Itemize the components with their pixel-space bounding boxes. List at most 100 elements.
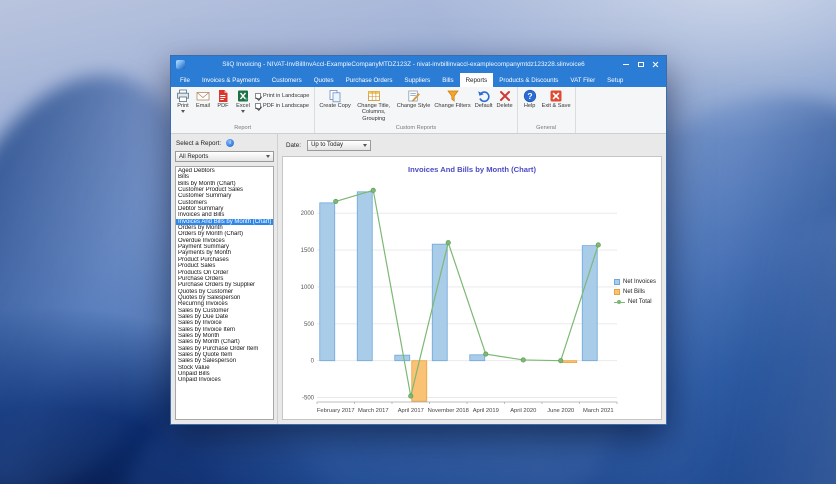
tab-suppliers[interactable]: Suppliers [398, 73, 436, 87]
x-tick-label: April 2020 [510, 408, 536, 414]
x-tick-label: April 2017 [398, 408, 424, 414]
x-tick-label: April 2019 [473, 408, 499, 414]
minimize-button[interactable] [618, 58, 633, 71]
net-total-point[interactable] [370, 187, 376, 193]
tab-bills[interactable]: Bills [436, 73, 459, 87]
net-invoices-bar[interactable] [394, 354, 411, 362]
window-controls [618, 58, 663, 71]
legend-swatch-icon [613, 299, 625, 305]
create-copy-button[interactable]: Create Copy [317, 88, 352, 109]
excel-label: Excel [236, 103, 250, 109]
x-tick-label: November 2018 [428, 408, 469, 414]
window-title: SliQ Invoicing - NIVAT-InvBillInvAccl-Ex… [222, 61, 585, 68]
chart-panel: Invoices And Bills by Month (Chart) -500… [282, 156, 662, 420]
net-total-point[interactable] [445, 240, 451, 246]
help-label: Help [523, 103, 536, 109]
net-total-point[interactable] [558, 358, 564, 364]
pdf-icon [219, 90, 228, 102]
tab-products-discounts[interactable]: Products & Discounts [493, 73, 564, 87]
y-tick-label: 0 [311, 359, 315, 365]
style-pencil-icon [407, 90, 420, 102]
exit-save-button[interactable]: Exit & Save [540, 88, 573, 109]
maximize-button[interactable] [633, 58, 648, 71]
tab-setup[interactable]: Setup [601, 73, 629, 87]
exit-save-label: Exit & Save [541, 103, 571, 109]
change-title-label: Change Title, Columns, Grouping [357, 103, 391, 122]
y-tick-label: 2000 [301, 211, 315, 217]
legend-item: Net Invoices [613, 279, 656, 285]
y-tick-label: 1500 [301, 248, 315, 254]
print-landscape-label: Print in Landscape [263, 93, 310, 99]
ribbon-group-label: Custom Reports [395, 125, 437, 131]
ribbon-tab-bar: File Invoices & Payments Customers Quotes Pu… [171, 73, 666, 87]
create-copy-label: Create Copy [319, 103, 351, 109]
net-total-point[interactable] [520, 357, 526, 363]
default-button[interactable]: Default [473, 88, 495, 109]
excel-button[interactable]: Excel [233, 88, 253, 114]
date-label: Date: [286, 141, 302, 149]
tab-file[interactable]: File [174, 73, 196, 87]
net-total-point[interactable] [595, 242, 601, 248]
tab-invoices-payments[interactable]: Invoices & Payments [196, 73, 266, 87]
legend-label: Net Invoices [622, 279, 656, 285]
net-invoices-bar[interactable] [356, 191, 373, 362]
x-tick-label: February 2017 [317, 408, 355, 414]
change-title-columns-grouping-button[interactable]: Change Title, Columns, Grouping [353, 88, 395, 122]
help-button[interactable]: ? Help [520, 88, 540, 109]
info-icon[interactable]: i [226, 139, 235, 147]
print-landscape-checkbox[interactable]: Print in Landscape [255, 93, 309, 99]
ribbon-group-label: General [536, 125, 557, 131]
net-total-point[interactable] [483, 351, 489, 357]
net-total-point[interactable] [408, 393, 414, 399]
title-bar[interactable]: SliQ Invoicing - NIVAT-InvBillInvAccl-Ex… [171, 56, 666, 73]
delete-button[interactable]: Delete [494, 88, 514, 109]
delete-x-icon [499, 91, 510, 101]
net-bills-bar[interactable] [561, 360, 578, 363]
checkbox-checked-icon [255, 93, 261, 99]
delete-label: Delete [496, 103, 513, 109]
x-tick-label: June 2020 [547, 408, 574, 414]
checkbox-checked-icon [255, 103, 261, 109]
printer-icon [177, 89, 189, 102]
envelope-icon [196, 92, 210, 101]
change-filters-button[interactable]: Change Filters [432, 88, 472, 109]
print-label: Print [177, 103, 189, 109]
landscape-options: Print in Landscape PDF in Landscape [253, 88, 312, 109]
tab-customers[interactable]: Customers [266, 73, 308, 87]
net-total-point[interactable] [333, 198, 339, 204]
tab-quotes[interactable]: Quotes [308, 73, 340, 87]
exit-icon [550, 90, 562, 102]
pdf-landscape-checkbox[interactable]: PDF in Landscape [255, 103, 309, 109]
tab-purchase-orders[interactable]: Purchase Orders [340, 73, 399, 87]
svg-text:?: ? [527, 91, 532, 101]
ribbon-spacer [576, 87, 666, 133]
report-list-item[interactable]: Unpaid Invoices [176, 377, 273, 383]
email-button[interactable]: Email [193, 88, 213, 109]
report-filter-value: All Reports [179, 153, 209, 160]
report-filter-dropdown[interactable]: All Reports [175, 151, 274, 162]
date-range-dropdown[interactable]: Up to Today [307, 139, 372, 151]
close-button[interactable] [648, 58, 663, 71]
y-tick-label: 1000 [301, 285, 315, 291]
legend-item: Net Bills [613, 289, 656, 295]
net-invoices-bar[interactable] [469, 354, 486, 362]
change-style-label: Change Style [396, 103, 431, 109]
pdf-landscape-label: PDF in Landscape [263, 103, 310, 109]
tab-vat-filer[interactable]: VAT Filer [564, 73, 601, 87]
print-button[interactable]: Print [173, 88, 193, 114]
help-icon: ? [523, 89, 536, 103]
dropdown-caret-icon [181, 110, 185, 114]
report-sidebar: Select a Report: i All Reports Aged Debt… [171, 134, 278, 424]
ribbon-group-label: Report [234, 125, 252, 131]
net-invoices-bar[interactable] [319, 202, 336, 362]
legend-label: Net Total [627, 299, 652, 305]
change-filters-label: Change Filters [434, 103, 471, 109]
change-style-button[interactable]: Change Style [395, 88, 433, 109]
net-invoices-bar[interactable] [431, 243, 448, 362]
sidebar-header: Select a Report: i [176, 139, 274, 147]
pdf-button[interactable]: PDF [213, 88, 233, 109]
legend-label: Net Bills [622, 289, 645, 295]
window-content: Select a Report: i All Reports Aged Debt… [171, 134, 666, 424]
net-invoices-bar[interactable] [581, 245, 598, 362]
tab-reports[interactable]: Reports [459, 73, 494, 87]
